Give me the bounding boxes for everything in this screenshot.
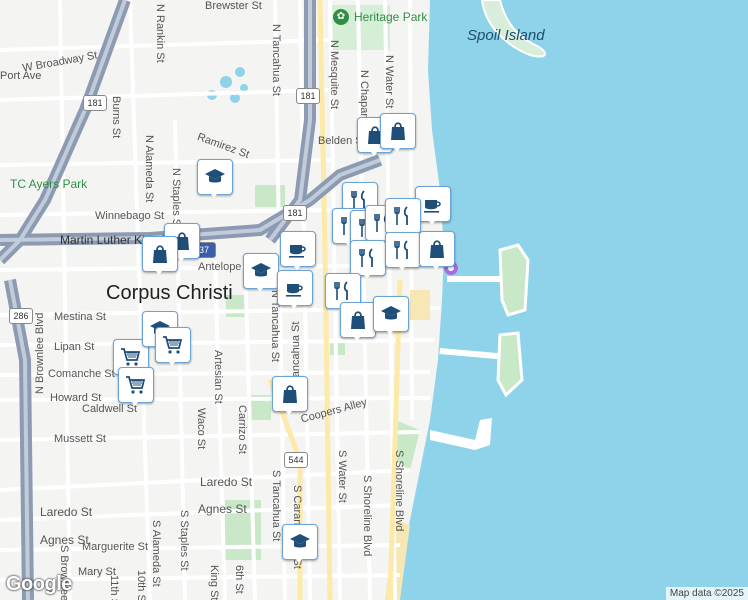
street-label: Port Ave (0, 70, 42, 82)
street-label: Brewster St (205, 0, 262, 12)
cafe-icon (424, 200, 441, 213)
street-label: Mary St (78, 566, 116, 578)
restaurant-icon (359, 248, 373, 267)
map-pin[interactable] (340, 302, 376, 342)
map-pin[interactable] (142, 236, 178, 276)
city-label: Corpus Christi (106, 282, 233, 304)
cafe-icon (289, 245, 306, 258)
street-label: N Alameda St (143, 135, 155, 203)
map-pin[interactable] (280, 231, 316, 271)
school-icon (205, 169, 225, 183)
map-pin[interactable] (282, 524, 318, 564)
street-label: 11th St (108, 575, 120, 600)
map-pin[interactable] (118, 367, 154, 407)
street-label: Artesian St (212, 350, 224, 404)
street-label: 10th St (135, 570, 147, 600)
street-label: Mussett St (54, 433, 106, 445)
street-label: S Shoreline Blvd (361, 475, 373, 557)
route-shield: 181 (296, 88, 320, 104)
google-logo: Google (6, 573, 72, 595)
cafe-icon (286, 284, 303, 297)
shopping-cart-icon (121, 348, 141, 366)
street-label: Comanche St (48, 368, 115, 380)
street-label: S Tancahua St (270, 470, 282, 542)
map-pin[interactable] (380, 113, 416, 153)
street-label: S Water St (336, 450, 348, 503)
street-label: Lipan St (54, 341, 95, 353)
street-label: Laredo St (200, 475, 253, 489)
route-shield: 286 (9, 308, 33, 324)
street-label: Waco St (195, 408, 207, 450)
map-attribution[interactable]: Map data ©2025 (665, 587, 748, 600)
shopping-cart-icon (163, 336, 183, 354)
street-label: Marguerite St (82, 541, 149, 553)
street-label: N Water St (383, 55, 395, 109)
school-icon (251, 263, 271, 277)
street-label: 6th St (233, 565, 245, 594)
street-label: Winnebago St (95, 210, 165, 222)
shopping-bag-icon (351, 311, 365, 329)
shopping-bag-icon (153, 245, 167, 263)
park-label-tc-ayers: TC Ayers Park (10, 177, 88, 191)
street-label: S Shoreline Blvd (393, 450, 405, 532)
street-label: Carrizo St (236, 405, 248, 454)
park-icon: ✿ (333, 9, 349, 25)
street-label: N Mesquite St (328, 40, 340, 110)
street-label: N Brownlee Blvd (34, 312, 46, 394)
street-label: Mestina St (54, 311, 106, 323)
map-pin[interactable] (277, 270, 313, 310)
street-label: King St (208, 565, 220, 600)
map-pin[interactable] (385, 232, 421, 272)
street-label: N Tancahua St (270, 24, 282, 96)
school-icon (290, 534, 310, 548)
park-label-heritage: Heritage Park (354, 10, 428, 24)
street-label: Laredo St (40, 505, 93, 519)
route-shield: 181 (283, 205, 307, 221)
shopping-bag-icon (283, 385, 297, 403)
street-label: N Rankin St (154, 4, 166, 63)
school-icon (381, 306, 401, 320)
shopping-bag-icon (430, 240, 444, 258)
street-label: Agnes St (198, 502, 247, 516)
route-shield: 181 (83, 95, 107, 111)
map-pin[interactable] (197, 159, 233, 199)
shopping-cart-icon (126, 376, 146, 394)
street-label: S Staples St (178, 510, 190, 571)
route-shield: 544 (284, 452, 308, 468)
map-pin[interactable] (373, 296, 409, 336)
restaurant-icon (394, 240, 408, 259)
map-pin[interactable] (155, 327, 191, 367)
map-pin[interactable] (272, 376, 308, 416)
map-pin[interactable] (243, 253, 279, 293)
street-label: Burns St (110, 96, 122, 139)
map-pin[interactable] (419, 231, 455, 271)
street-label: N Staples St (170, 168, 182, 230)
restaurant-icon (394, 206, 408, 225)
shopping-bag-icon (391, 122, 405, 140)
map-canvas[interactable]: ✿ Heritage Park TC Ayers Park Spoil Isla… (0, 0, 748, 600)
street-label: S Alameda St (150, 520, 162, 587)
water-label: Spoil Island (467, 27, 545, 44)
restaurant-icon (334, 281, 348, 300)
